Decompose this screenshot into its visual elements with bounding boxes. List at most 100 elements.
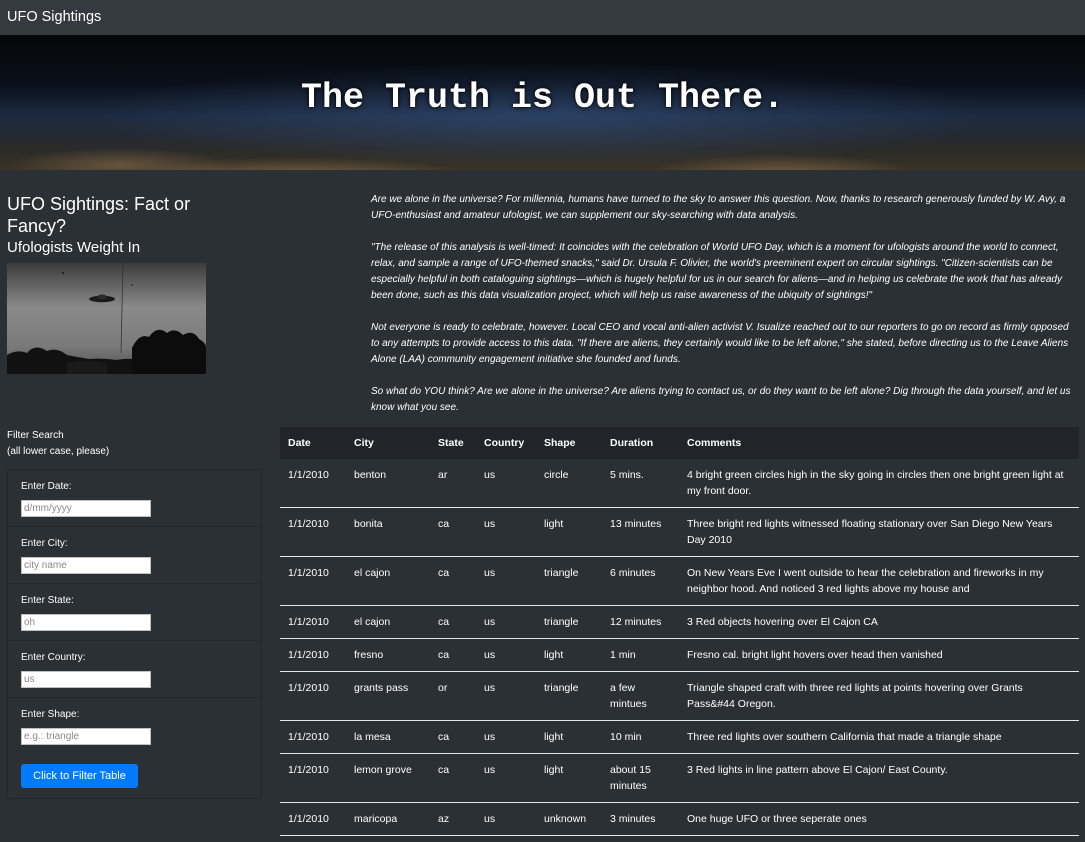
cell-comments: Three red lights over southern Californi… — [679, 720, 1079, 754]
cell-country: us — [476, 638, 536, 672]
cell-city: fresno — [346, 638, 430, 672]
state-label: Enter State: — [21, 595, 74, 606]
cell-country: us — [476, 605, 536, 639]
date-input[interactable] — [21, 500, 151, 517]
navbar: UFO Sightings — [0, 0, 1085, 35]
country-input[interactable] — [21, 671, 151, 688]
cell-country: us — [476, 556, 536, 606]
table-row: 1/1/2010 grants pass or us triangle a fe… — [280, 671, 1079, 721]
hero-banner: The Truth is Out There. — [0, 35, 1085, 170]
cell-city: la mesa — [346, 720, 430, 754]
cell-duration: 6 minutes — [602, 556, 679, 606]
table-row: 1/1/2010 fresno ca us light 1 min Fresno… — [280, 638, 1079, 672]
article-text: Are we alone in the universe? For millen… — [371, 192, 1079, 432]
cell-city: el cajon — [346, 605, 430, 639]
header-duration: Duration — [602, 427, 679, 459]
cell-state: ca — [430, 753, 476, 803]
cell-date: 1/1/2010 — [280, 556, 346, 606]
filter-table-button[interactable]: Click to Filter Table — [21, 764, 138, 788]
filter-title: Filter Search (all lower case, please) — [7, 428, 109, 460]
cell-date: 1/1/2010 — [280, 671, 346, 721]
cell-shape: light — [536, 753, 602, 803]
cell-state: ca — [430, 556, 476, 606]
cell-duration: 12 minutes — [602, 605, 679, 639]
table-row: 1/1/2010 maricopa az us unknown 3 minute… — [280, 802, 1079, 836]
cell-comments: On New Years Eve I went outside to hear … — [679, 556, 1079, 606]
country-label: Enter Country: — [21, 652, 86, 663]
page-heading: UFO Sightings: Fact or Fancy? — [7, 194, 191, 236]
cell-state: ca — [430, 720, 476, 754]
article-paragraph: Are we alone in the universe? For millen… — [371, 194, 1066, 221]
cell-date: 1/1/2010 — [280, 459, 346, 508]
filter-note: (all lower case, please) — [7, 446, 110, 457]
city-label: Enter City: — [21, 538, 68, 549]
cell-city: el cajon — [346, 556, 430, 606]
cell-shape: light — [536, 507, 602, 557]
cell-date: 1/1/2010 — [280, 605, 346, 639]
header-city: City — [346, 427, 430, 459]
cell-state: ca — [430, 507, 476, 557]
cell-date: 1/1/2010 — [280, 753, 346, 803]
cell-shape: triangle — [536, 556, 602, 606]
cell-duration: 3 minutes — [602, 802, 679, 836]
cell-shape: light — [536, 720, 602, 754]
shape-input[interactable] — [21, 728, 151, 745]
table-row: 1/1/2010 lemon grove ca us light about 1… — [280, 753, 1079, 803]
ufo-table: Date City State Country Shape Duration C… — [280, 427, 1079, 836]
cell-country: us — [476, 507, 536, 557]
navbar-brand[interactable]: UFO Sightings — [7, 9, 101, 25]
table-row: 1/1/2010 la mesa ca us light 10 min Thre… — [280, 720, 1079, 754]
cell-date: 1/1/2010 — [280, 638, 346, 672]
cell-city: bonita — [346, 507, 430, 557]
cell-shape: light — [536, 638, 602, 672]
header-date: Date — [280, 427, 346, 459]
table-row: 1/1/2010 el cajon ca us triangle 6 minut… — [280, 556, 1079, 606]
state-input[interactable] — [21, 614, 151, 631]
city-input[interactable] — [21, 557, 151, 574]
header-state: State — [430, 427, 476, 459]
cell-duration: a few mintues — [602, 671, 679, 721]
filter-item-country: Enter Country: — [8, 641, 261, 698]
cell-comments: Fresno cal. bright light hovers over hea… — [679, 638, 1079, 672]
cell-country: us — [476, 753, 536, 803]
filter-item-state: Enter State: — [8, 584, 261, 641]
cell-state: or — [430, 671, 476, 721]
cell-country: us — [476, 671, 536, 721]
filter-search-label: Filter Search — [7, 430, 64, 441]
cell-shape: triangle — [536, 605, 602, 639]
cell-comments: Triangle shaped craft with three red lig… — [679, 671, 1079, 721]
cell-duration: about 15 minutes — [602, 753, 679, 803]
article-paragraph: "The release of this analysis is well-ti… — [371, 242, 1062, 301]
page-subheading: Ufologists Weight In — [7, 239, 141, 256]
cell-city: benton — [346, 459, 430, 508]
cell-country: us — [476, 802, 536, 836]
cell-comments: One huge UFO or three seperate ones — [679, 802, 1079, 836]
cell-city: lemon grove — [346, 753, 430, 803]
cell-state: az — [430, 802, 476, 836]
cell-state: ca — [430, 638, 476, 672]
header-shape: Shape — [536, 427, 602, 459]
filter-item-shape: Enter Shape: — [8, 698, 261, 754]
cell-shape: triangle — [536, 671, 602, 721]
ufo-photo — [7, 263, 206, 374]
shape-label: Enter Shape: — [21, 709, 80, 720]
table-row: 1/1/2010 bonita ca us light 13 minutes T… — [280, 507, 1079, 557]
table-header-row: Date City State Country Shape Duration C… — [280, 427, 1079, 459]
cell-city: grants pass — [346, 671, 430, 721]
hero-title: The Truth is Out There. — [300, 78, 785, 118]
header-comments: Comments — [679, 427, 1079, 459]
cell-country: us — [476, 459, 536, 508]
cell-comments: 3 Red lights in line pattern above El Ca… — [679, 753, 1079, 803]
filter-item-city: Enter City: — [8, 527, 261, 584]
filter-panel: Enter Date: Enter City: Enter State: Ent… — [7, 469, 262, 799]
cell-date: 1/1/2010 — [280, 720, 346, 754]
cell-shape: circle — [536, 459, 602, 508]
cell-duration: 10 min — [602, 720, 679, 754]
date-label: Enter Date: — [21, 481, 72, 492]
cell-date: 1/1/2010 — [280, 802, 346, 836]
cell-shape: unknown — [536, 802, 602, 836]
cell-city: maricopa — [346, 802, 430, 836]
cell-state: ca — [430, 605, 476, 639]
table-row: 1/1/2010 benton ar us circle 5 mins. 4 b… — [280, 459, 1079, 508]
cell-duration: 5 mins. — [602, 459, 679, 508]
